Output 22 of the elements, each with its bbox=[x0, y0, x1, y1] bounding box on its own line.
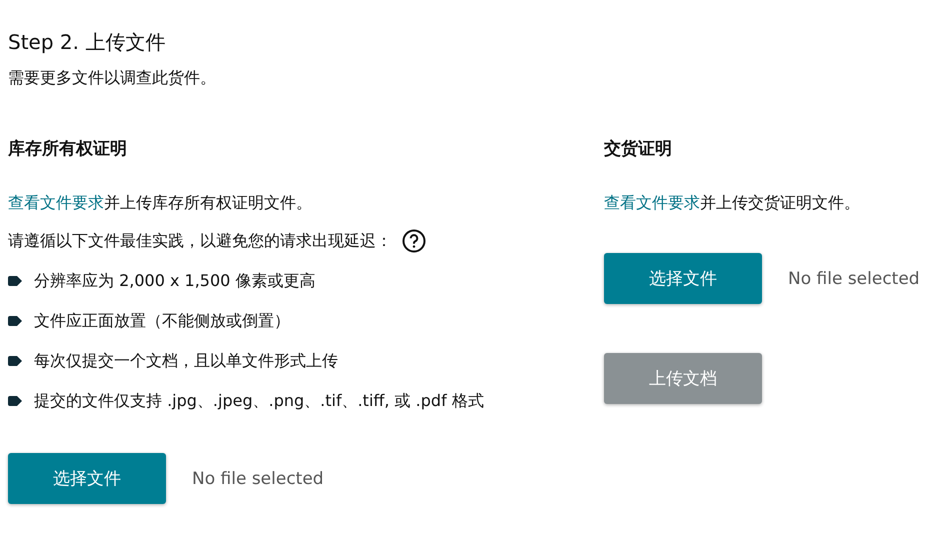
section-heading: 交货证明 bbox=[604, 138, 672, 161]
step-title: Step 2. 上传文件 bbox=[8, 29, 166, 56]
bullet-icon bbox=[8, 396, 22, 406]
choose-file-button[interactable]: 选择文件 bbox=[604, 253, 762, 304]
subtitle-text: 需要更多文件以调查此货件。 bbox=[8, 67, 217, 89]
bullet-text: 文件应正面放置（不能侧放或倒置） bbox=[34, 310, 290, 332]
note-text: 请遵循以下文件最佳实践，以避免您的请求出现延迟： bbox=[8, 230, 392, 252]
bullet-icon bbox=[8, 356, 22, 366]
bullet-text: 提交的文件仅支持 .jpg、.jpeg、.png、.tif、.tiff, 或 .pdf 格式 bbox=[34, 390, 484, 412]
bullet-text: 分辨率应为 2,000 x 1,500 像素或更高 bbox=[34, 270, 316, 292]
section-heading: 库存所有权证明 bbox=[8, 138, 127, 161]
requirements-link[interactable]: 查看文件要求 bbox=[8, 193, 104, 212]
instruction-text: 查看文件要求并上传交货证明文件。 bbox=[604, 192, 860, 214]
bullet-icon bbox=[8, 276, 22, 286]
bullet-text: 每次仅提交一个文档，且以单文件形式上传 bbox=[34, 350, 338, 372]
instruction-text: 查看文件要求并上传库存所有权证明文件。 bbox=[8, 192, 312, 214]
choose-file-button[interactable]: 选择文件 bbox=[8, 453, 166, 504]
file-status-text: No file selected bbox=[192, 468, 324, 488]
help-icon[interactable] bbox=[402, 229, 426, 253]
requirements-link[interactable]: 查看文件要求 bbox=[604, 193, 700, 212]
file-status-text: No file selected bbox=[788, 268, 920, 288]
bullet-icon bbox=[8, 316, 22, 326]
